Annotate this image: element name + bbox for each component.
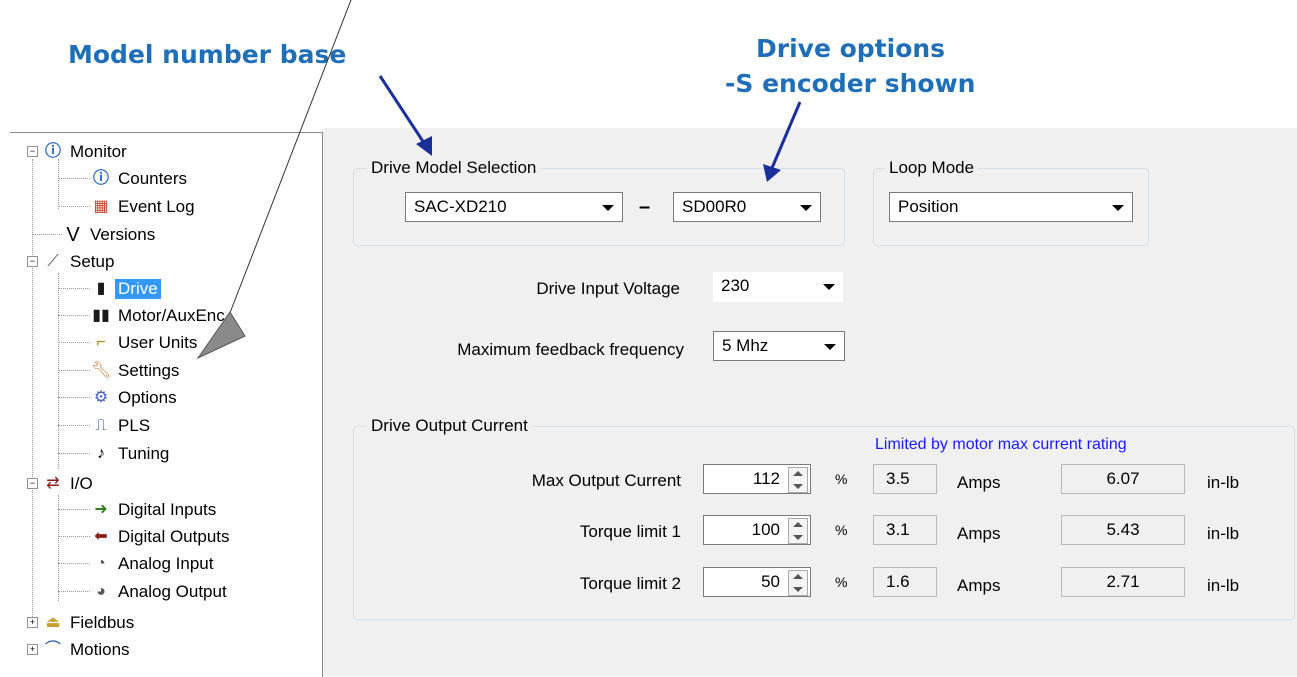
mouse-pointer-icon — [196, 311, 246, 360]
drive-options-arrow — [770, 101, 802, 169]
pointer-leader-line — [227, 0, 352, 319]
model-base-arrow — [378, 75, 428, 147]
annotation-overlay — [196, 0, 802, 360]
model-base-arrowhead — [416, 136, 432, 156]
